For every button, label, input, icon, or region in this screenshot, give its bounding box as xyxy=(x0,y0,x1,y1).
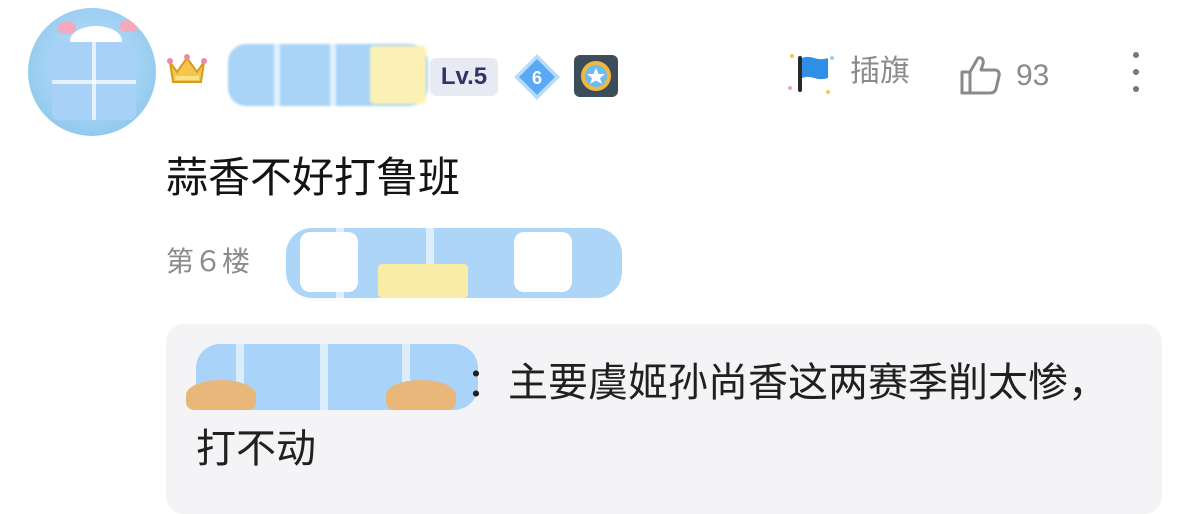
comment-text: 蒜香不好打鲁班 xyxy=(166,153,461,202)
avatar-bow-right xyxy=(120,20,138,32)
user-avatar[interactable] xyxy=(28,8,156,136)
diamond-level: 6 xyxy=(532,68,542,88)
blurred-badge-image xyxy=(286,228,622,298)
like-count: 93 xyxy=(1016,59,1050,92)
diamond-icon: 6 xyxy=(514,54,560,100)
more-options-icon[interactable] xyxy=(1128,52,1144,98)
avatar-blurred-image xyxy=(52,42,136,120)
level-badge: Lv.5 xyxy=(430,58,498,96)
medal-icon xyxy=(574,55,618,97)
reply-text: 主要虞姬孙尚香这两赛季削太惨，打不动 xyxy=(196,360,1108,472)
avatar-bow-left xyxy=(58,22,76,34)
flag-label[interactable]: 插旗 xyxy=(850,54,910,90)
flag-icon[interactable] xyxy=(784,48,840,98)
badge-cookie xyxy=(378,264,468,298)
username-sticker xyxy=(370,46,426,104)
crown-icon xyxy=(167,54,207,83)
floor-label: 第６楼 xyxy=(166,245,251,278)
thumbs-up-icon[interactable] xyxy=(958,54,1002,96)
badge-milk-right xyxy=(514,232,572,292)
badge-milk-left xyxy=(300,232,358,292)
username-blurred[interactable] xyxy=(228,44,428,106)
diamond-badge: 6 xyxy=(510,50,564,104)
